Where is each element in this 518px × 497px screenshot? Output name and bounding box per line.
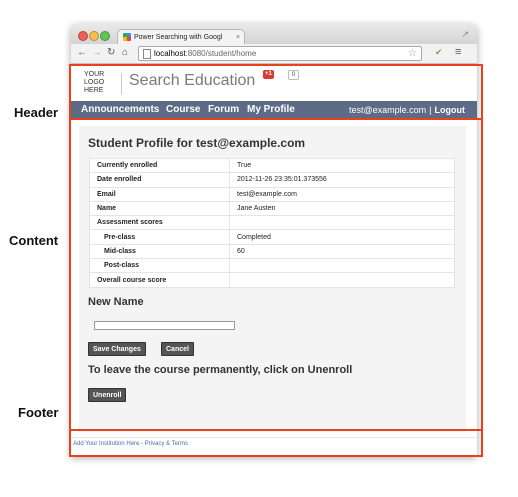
- row-key: Mid-class: [89, 243, 230, 260]
- nav-my-profile-link[interactable]: My Profile: [247, 101, 295, 119]
- new-name-input[interactable]: [94, 321, 235, 330]
- page-icon: [143, 49, 151, 59]
- row-value: [229, 215, 455, 231]
- url-text: localhost:8080/student/home: [154, 47, 256, 60]
- logout-link[interactable]: Logout: [435, 105, 466, 115]
- site-navbar: Announcements Course Forum My Profile te…: [71, 101, 477, 119]
- row-key: Email: [89, 186, 230, 202]
- logo-line: YOUR: [84, 71, 105, 78]
- tab-close-icon[interactable]: ×: [236, 30, 240, 45]
- google-favicon-icon: [123, 33, 131, 41]
- menu-icon[interactable]: ≡: [455, 46, 461, 58]
- browser-window: Power Searching with Googl × ↗ ← → ↻ ⌂ l…: [71, 24, 477, 456]
- row-key: Assessment scores: [89, 215, 230, 231]
- logo-line: HERE: [84, 87, 104, 94]
- cancel-button[interactable]: Cancel: [161, 342, 194, 356]
- table-row: Overall course score: [89, 272, 455, 288]
- footer-links[interactable]: Add Your Institution Here - Privacy & Te…: [73, 441, 188, 447]
- profile-table: Currently enrolled True Date enrolled 20…: [89, 157, 455, 288]
- google-plus-one-button[interactable]: +1: [263, 70, 274, 79]
- table-row: Assessment scores: [89, 215, 455, 231]
- row-key: Currently enrolled: [89, 157, 230, 174]
- row-key: Date enrolled: [89, 172, 230, 188]
- site-title: Search Education: [129, 72, 256, 89]
- profile-heading: Student Profile for test@example.com: [88, 136, 306, 150]
- browser-titlebar: Power Searching with Googl × ↗: [71, 24, 477, 45]
- browser-toolbar: ← → ↻ ⌂ localhost:8080/student/home ☆ ✔ …: [71, 44, 477, 64]
- table-row: Post-class: [89, 258, 455, 274]
- row-value: Jane Austen: [229, 200, 455, 217]
- unenroll-button[interactable]: Unenroll: [88, 388, 127, 402]
- table-row: Date enrolled 2012-11-26 23:35:01.373556: [89, 172, 455, 188]
- table-row: Mid-class 60: [89, 243, 455, 260]
- address-bar[interactable]: localhost:8080/student/home ☆: [138, 46, 422, 61]
- window-minimize-icon[interactable]: [89, 31, 99, 41]
- table-row: Name Jane Austen: [89, 200, 455, 217]
- table-row: Email test@example.com: [89, 186, 455, 202]
- row-value: [229, 272, 455, 288]
- main-content: Student Profile for test@example.com Cur…: [79, 126, 466, 432]
- row-value: [229, 258, 455, 274]
- footer-annotation-label: Footer: [18, 405, 59, 420]
- home-icon[interactable]: ⌂: [122, 46, 128, 60]
- logo[interactable]: YOUR LOGO HERE: [84, 71, 120, 95]
- row-value: Completed: [229, 229, 455, 245]
- window-close-icon[interactable]: [78, 31, 88, 41]
- browser-tab[interactable]: Power Searching with Googl ×: [117, 29, 245, 45]
- header-annotation-label: Header: [14, 105, 59, 120]
- annotated-screenshot: Header Content Footer Power Searching wi…: [0, 0, 518, 497]
- row-key: Pre-class: [89, 229, 230, 245]
- reload-icon[interactable]: ↻: [107, 46, 115, 60]
- table-row: Pre-class Completed: [89, 229, 455, 245]
- nav-course-link[interactable]: Course: [166, 101, 200, 119]
- site-footer: Add Your Institution Here - Privacy & Te…: [71, 437, 477, 456]
- url-path: :8080/student/home: [185, 49, 257, 58]
- logo-line: LOGO: [84, 79, 105, 86]
- extension-icon[interactable]: ✔: [435, 47, 443, 58]
- fullscreen-icon[interactable]: ↗: [461, 29, 469, 40]
- row-value: 2012-11-26 23:35:01.373556: [229, 172, 455, 188]
- row-key: Name: [89, 200, 230, 217]
- table-row: Currently enrolled True: [89, 157, 455, 174]
- row-value: test@example.com: [229, 186, 455, 202]
- url-host: localhost: [154, 49, 186, 58]
- nav-separator: |: [429, 105, 432, 115]
- plus-one-count: 0: [288, 70, 300, 80]
- save-changes-button[interactable]: Save Changes: [88, 342, 146, 356]
- row-value: True: [229, 157, 455, 174]
- web-page: YOUR LOGO HERE Search Education +1 0 Ann…: [71, 64, 477, 456]
- row-key: Post-class: [89, 258, 230, 274]
- row-value: 60: [229, 243, 455, 260]
- new-name-heading: New Name: [88, 296, 144, 308]
- forward-arrow-icon[interactable]: →: [92, 46, 102, 60]
- row-key: Overall course score: [89, 272, 230, 288]
- content-annotation-label: Content: [9, 233, 59, 248]
- nav-forum-link[interactable]: Forum: [208, 101, 239, 119]
- nav-announcements-link[interactable]: Announcements: [81, 101, 159, 119]
- unenroll-heading: To leave the course permanently, click o…: [88, 364, 353, 376]
- nav-user-area: test@example.com | Logout: [349, 101, 465, 119]
- tab-title: Power Searching with Googl: [134, 34, 223, 41]
- window-maximize-icon[interactable]: [100, 31, 110, 41]
- bookmark-star-icon[interactable]: ☆: [408, 47, 417, 60]
- logo-divider: [121, 73, 122, 95]
- site-header: YOUR LOGO HERE Search Education +1 0: [71, 64, 477, 101]
- nav-user-email: test@example.com: [348, 105, 427, 115]
- back-arrow-icon[interactable]: ←: [77, 46, 87, 60]
